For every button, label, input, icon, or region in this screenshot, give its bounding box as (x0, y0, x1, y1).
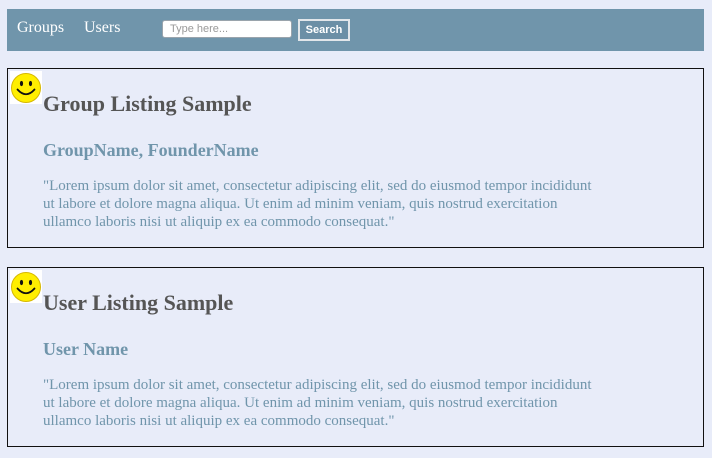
search-button[interactable]: Search (298, 19, 350, 41)
nav-link-users[interactable]: Users (84, 19, 120, 37)
group-listing-panel: Group Listing Sample GroupName, FounderN… (7, 68, 704, 248)
user-listing-subtitle: User Name (43, 339, 129, 359)
top-navbar: Groups Users Search (7, 9, 704, 51)
nav-link-groups[interactable]: Groups (17, 19, 64, 37)
group-listing-body: "Lorem ipsum dolor sit amet, consectetur… (43, 178, 592, 230)
group-listing-title: Group Listing Sample (43, 91, 252, 116)
group-listing-subtitle: GroupName, FounderName (43, 140, 259, 160)
user-listing-panel: User Listing Sample User Name "Lorem ips… (7, 267, 704, 447)
search-input[interactable] (162, 20, 292, 38)
user-listing-title: User Listing Sample (43, 290, 234, 315)
smiley-icon (10, 71, 42, 104)
user-listing-body: "Lorem ipsum dolor sit amet, consectetur… (43, 377, 592, 429)
smiley-icon (10, 270, 42, 303)
